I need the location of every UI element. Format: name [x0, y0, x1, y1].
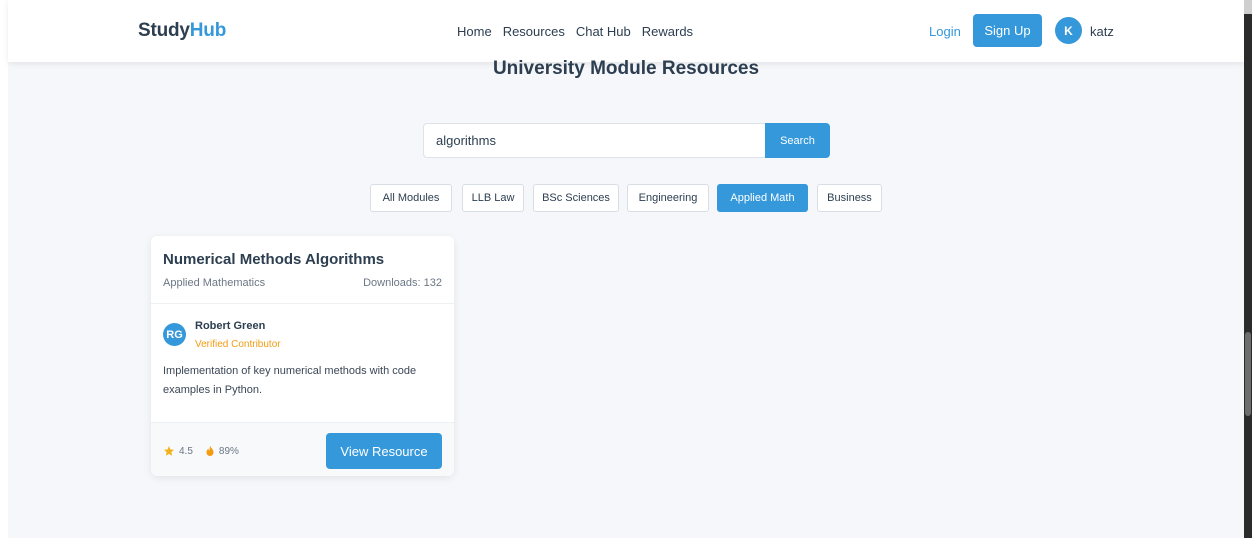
nav-chat-hub[interactable]: Chat Hub: [576, 24, 631, 39]
filter-applied-math[interactable]: Applied Math: [717, 184, 808, 212]
search-button[interactable]: Search: [765, 123, 830, 158]
card-divider: [151, 303, 454, 304]
rating-value: 4.5: [179, 445, 193, 457]
username-label[interactable]: katz: [1090, 24, 1114, 39]
page-title: University Module Resources: [492, 58, 760, 79]
filter-business[interactable]: Business: [817, 184, 882, 212]
module-filter-bar: All Modules LLB Law BSc Sciences Enginee…: [8, 184, 1244, 212]
main-nav: Home Resources Chat Hub Rewards: [457, 24, 693, 39]
verified-contributor-badge: Verified Contributor: [195, 339, 281, 350]
resource-card: Numerical Methods Algorithms Applied Mat…: [151, 236, 454, 476]
star-icon: [164, 446, 174, 456]
page-viewport: StudyHub Home Resources Chat Hub Rewards…: [8, 0, 1244, 538]
filter-engineering[interactable]: Engineering: [627, 184, 709, 212]
resource-description: Implementation of key numerical methods …: [163, 365, 417, 396]
logo-hub: Hub: [189, 20, 227, 41]
resource-downloads: Downloads: 132: [363, 277, 442, 289]
author-name: Robert Green: [195, 320, 266, 332]
search-input[interactable]: [423, 123, 765, 158]
resource-stats: 4.5 89%: [163, 445, 239, 457]
approval-value: 89%: [218, 445, 239, 457]
scrollbar-cap: [1244, 0, 1252, 14]
view-resource-button[interactable]: View Resource: [326, 433, 442, 469]
resource-title[interactable]: Numerical Methods Algorithms: [163, 251, 384, 268]
nav-resources[interactable]: Resources: [503, 24, 565, 39]
filter-llb-law[interactable]: LLB Law: [462, 184, 524, 212]
card-footer: 4.5 89% View Resource: [151, 422, 454, 476]
logo-study: Study: [138, 20, 190, 41]
nav-home[interactable]: Home: [457, 24, 492, 39]
signup-button[interactable]: Sign Up: [973, 14, 1042, 47]
window-scrollbar[interactable]: [1244, 0, 1252, 538]
studyhub-logo[interactable]: StudyHub: [138, 20, 226, 42]
top-navbar: StudyHub Home Resources Chat Hub Rewards…: [8, 0, 1244, 62]
flame-icon: [206, 445, 214, 456]
login-link[interactable]: Login: [929, 24, 961, 39]
resource-category: Applied Mathematics: [163, 277, 266, 289]
filter-bsc-sciences[interactable]: BSc Sciences: [533, 184, 619, 212]
user-avatar[interactable]: K: [1055, 17, 1082, 44]
scrollbar-thumb[interactable]: [1245, 332, 1251, 416]
filter-all-modules[interactable]: All Modules: [370, 184, 452, 212]
nav-rewards[interactable]: Rewards: [642, 24, 693, 39]
author-avatar: RG: [163, 323, 186, 346]
